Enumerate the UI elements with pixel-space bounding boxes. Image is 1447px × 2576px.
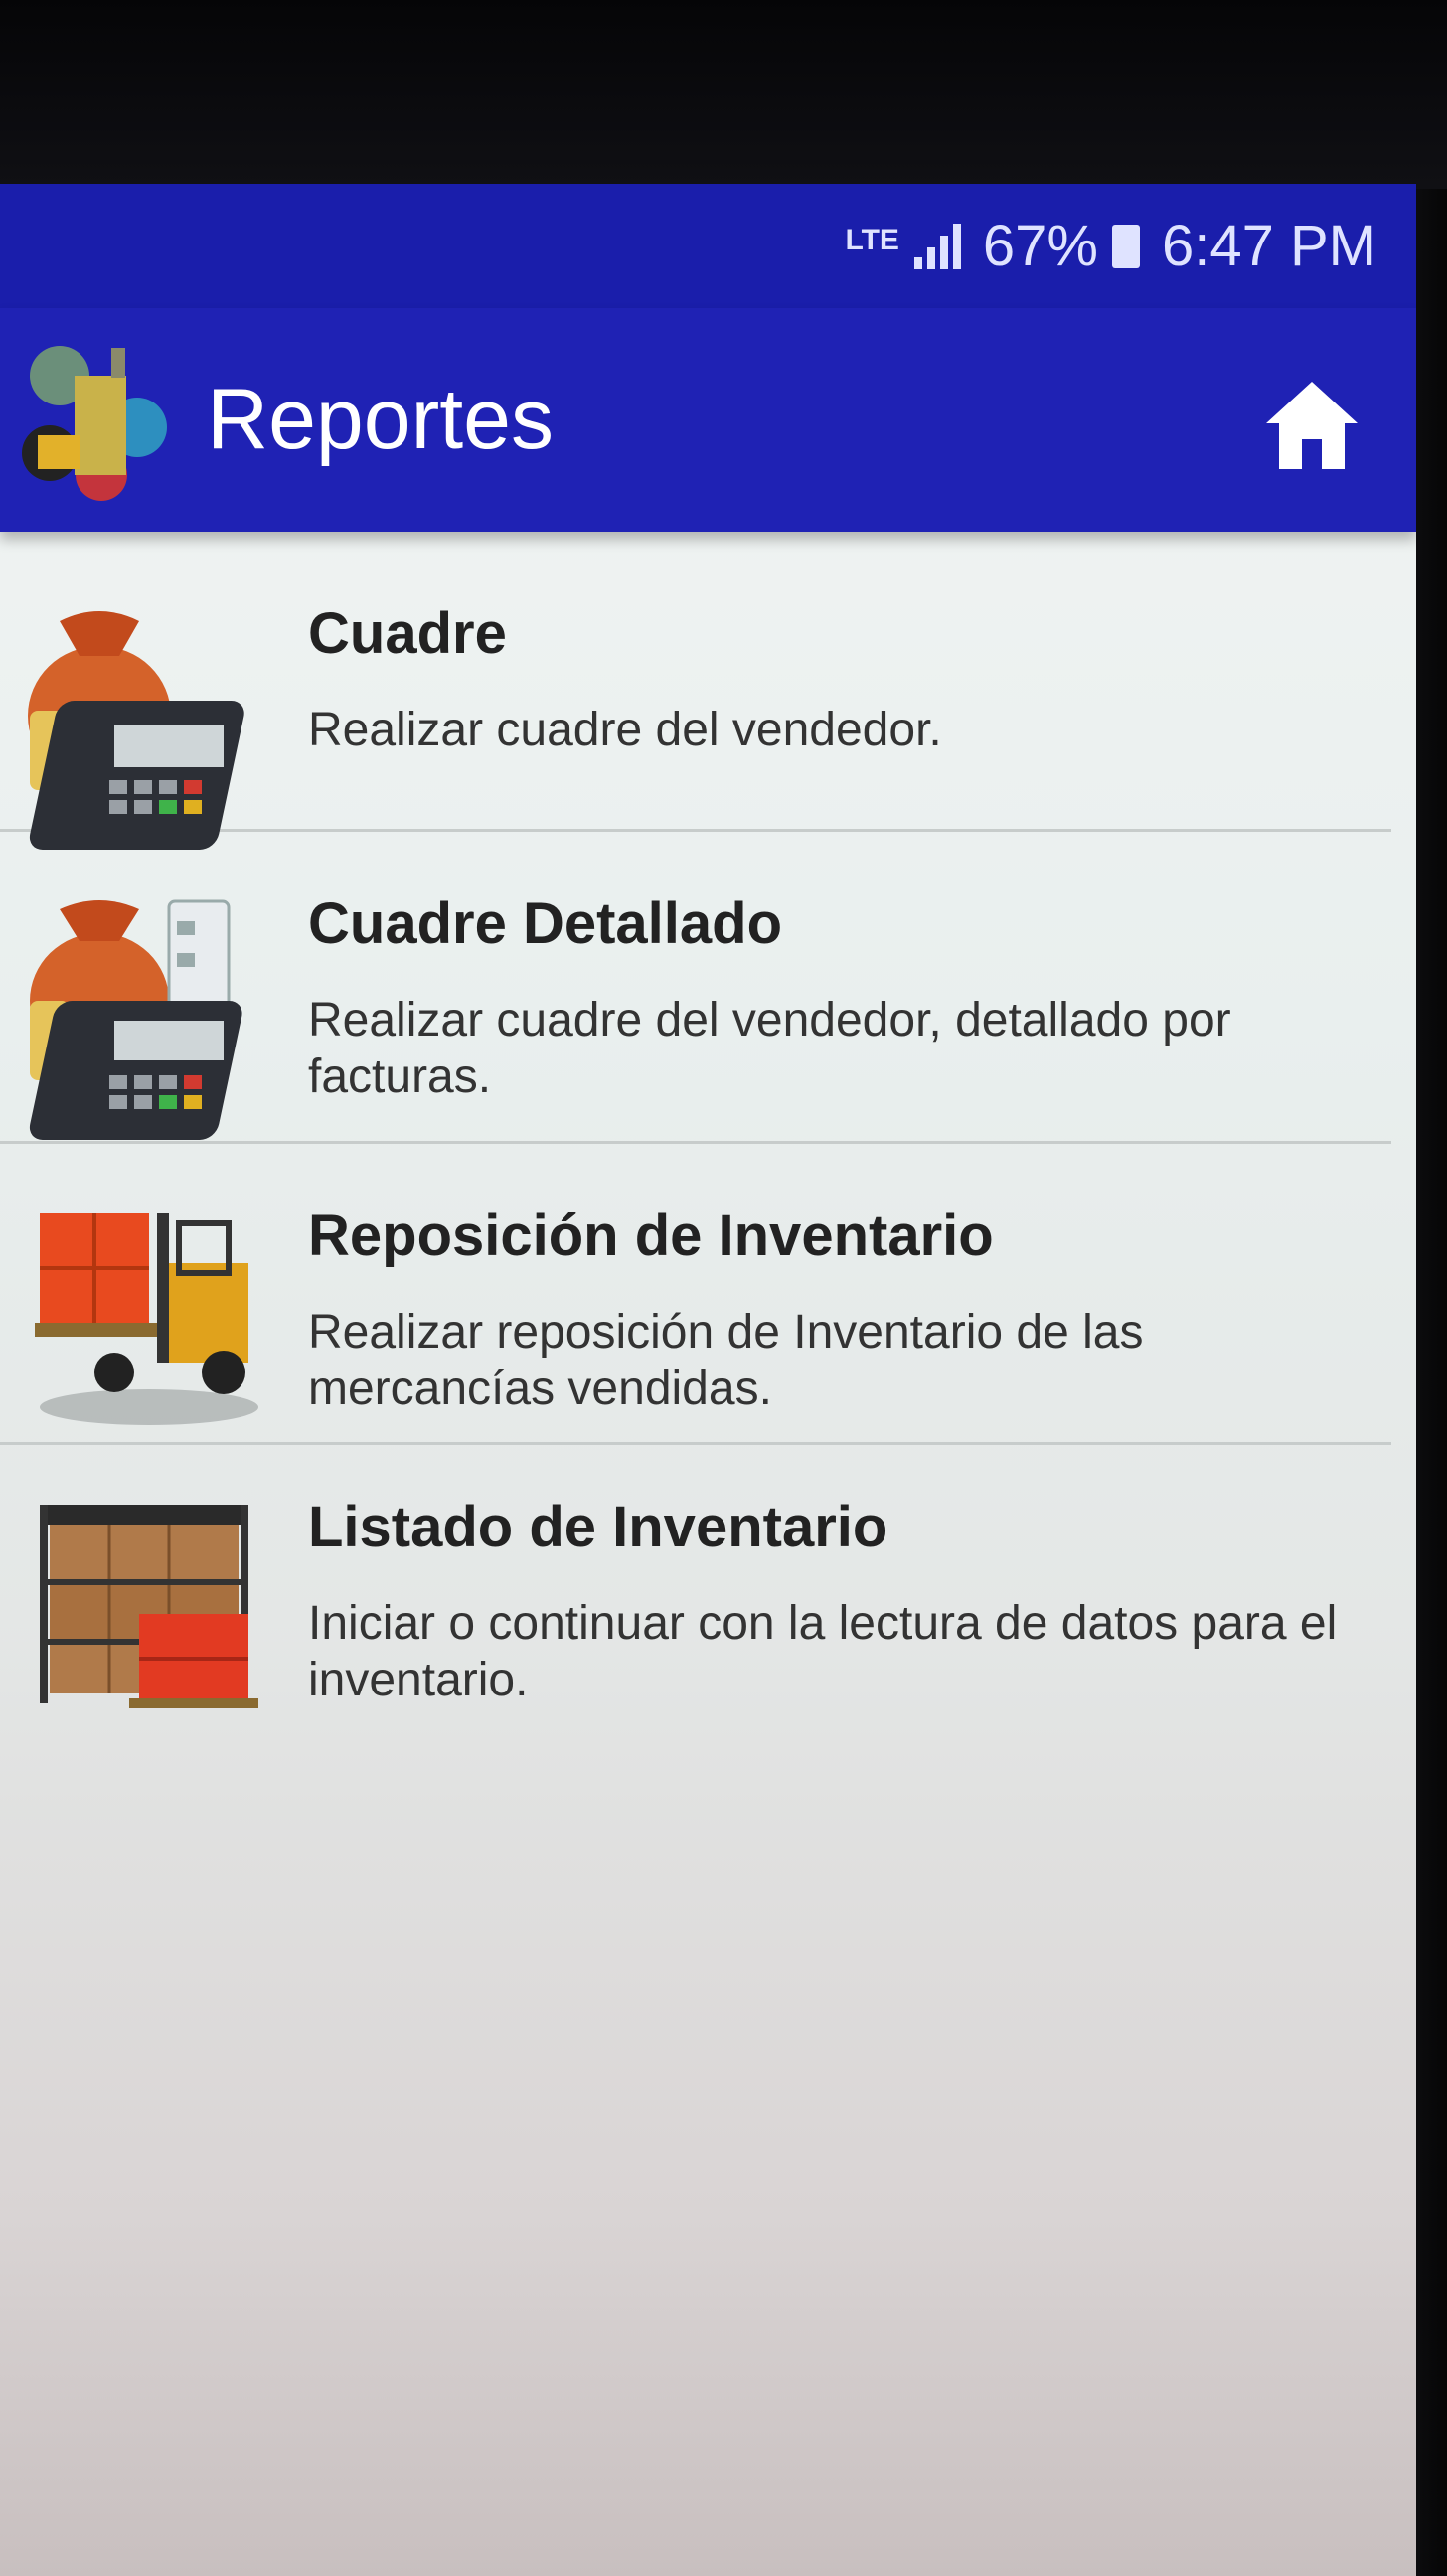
item-title: Cuadre [308, 601, 507, 666]
menu-item-listado-inventario[interactable]: Listado de Inventario Iniciar o continua… [0, 1445, 1391, 1733]
warehouse-shelf-icon [40, 1505, 258, 1708]
item-title: Reposición de Inventario [308, 1204, 994, 1268]
network-type: LTE [845, 224, 899, 256]
signal-icon [909, 223, 961, 269]
item-description: Iniciar o continuar con la lectura de da… [308, 1596, 1338, 1707]
money-bag-pos-checklist-icon [29, 899, 242, 1140]
menu-item-reposicion-inventario[interactable]: Reposición de Inventario Realizar reposi… [0, 1144, 1391, 1445]
item-description: Realizar cuadre del vendedor, detallado … [308, 993, 1231, 1104]
status-bar: LTE 67% 6:47 PM [0, 184, 1416, 308]
home-button[interactable] [1262, 378, 1362, 472]
app-bar: Reportes [0, 308, 1416, 532]
page-title: Reportes [207, 372, 554, 467]
menu-item-cuadre-detallado[interactable]: Cuadre Detallado Realizar cuadre del ven… [0, 832, 1391, 1144]
menu-item-cuadre[interactable]: Cuadre Realizar cuadre del vendedor. [0, 532, 1391, 850]
home-icon [1266, 382, 1358, 469]
item-description: Realizar cuadre del vendedor. [308, 703, 942, 756]
item-title: Listado de Inventario [308, 1495, 888, 1559]
phone-screen: LTE 67% 6:47 PM Reportes Cuadre Realizar… [0, 184, 1416, 2576]
app-logo-icon [20, 336, 179, 505]
forklift-boxes-icon [35, 1213, 258, 1425]
clock: 6:47 PM [1162, 214, 1376, 278]
money-bag-pos-icon [28, 611, 244, 850]
item-title: Cuadre Detallado [308, 891, 782, 956]
reports-menu: Cuadre Realizar cuadre del vendedor. Cua… [0, 532, 1391, 1733]
battery-percent: 67% [982, 214, 1098, 278]
item-description: Realizar reposición de Inventario de las… [308, 1305, 1144, 1416]
battery-icon [1112, 224, 1140, 268]
device-bezel-top [0, 0, 1447, 189]
